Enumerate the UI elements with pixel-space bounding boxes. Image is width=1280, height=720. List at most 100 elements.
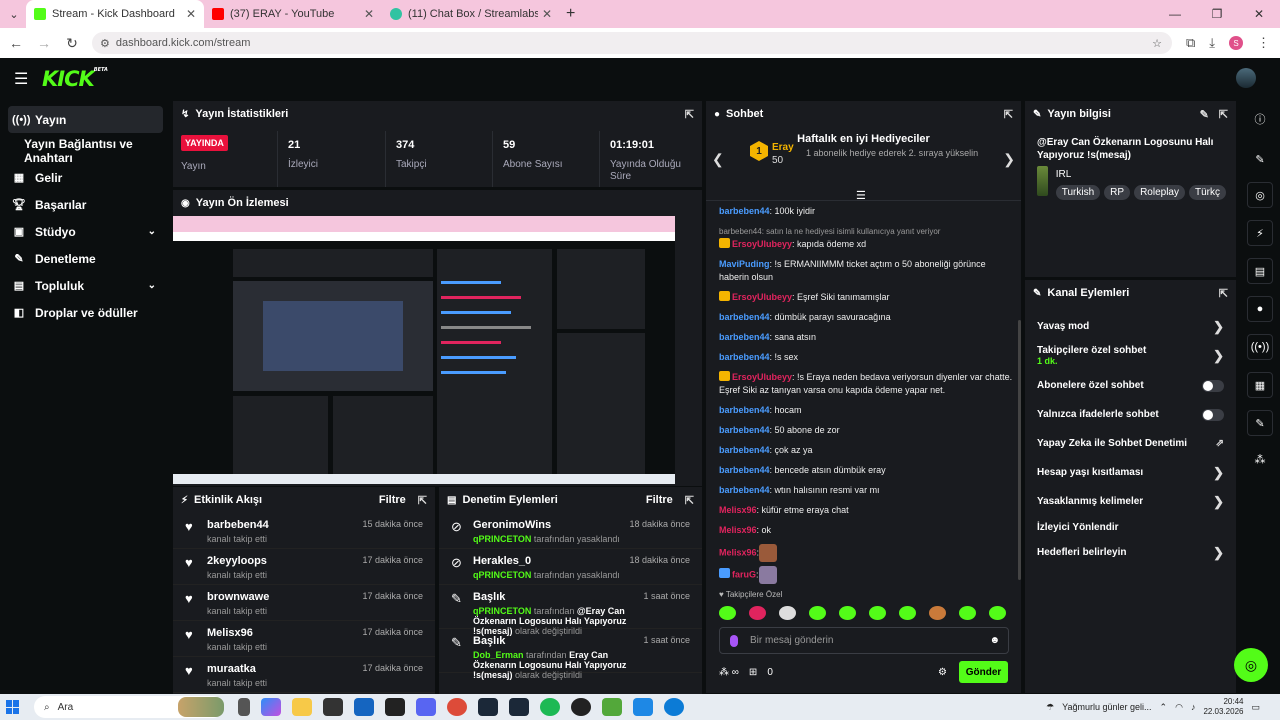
emote-icon[interactable] [839,606,856,620]
chat-username[interactable]: MaviPuding [719,259,770,269]
reply-preview[interactable]: barbeben44: satın la ne hediyesi isimli … [719,225,1013,238]
store-icon[interactable] [323,698,343,716]
tag-chip[interactable]: RP [1104,185,1131,200]
action-goals[interactable]: Hedefleri belirleyin ❯ [1025,538,1236,567]
follower-name[interactable]: barbeben44 [207,519,362,531]
tab-search-button[interactable]: ⌄ [2,4,26,24]
emote-icon[interactable] [809,606,826,620]
tab-streamlabs[interactable]: (11) Chat Box / Streamlabs ✕ [382,0,560,28]
copilot-icon[interactable] [261,698,281,716]
moderator-name[interactable]: Dob_Erman [473,650,524,660]
notifications-icon[interactable]: ▭ [1251,702,1260,713]
sidebar-item-yayin[interactable]: ((•)) Yayın [8,106,163,133]
close-window-icon[interactable]: ✕ [1238,7,1280,21]
sidebar-item-studyo[interactable]: ▣ Stüdyo ⌄ [0,218,172,245]
infinity-points-icon[interactable]: ⁂ ∞ [719,667,739,678]
close-tab-icon[interactable]: ✕ [364,7,374,21]
kick-logo[interactable]: KICKBETA [42,67,108,91]
chat-username[interactable]: barbeben44 [719,405,770,415]
emotes-only-toggle[interactable] [1202,408,1224,421]
chat-username[interactable]: ErsoyUlubeyy [732,292,792,302]
emote-icon[interactable] [989,606,1006,620]
close-tab-icon[interactable]: ✕ [542,7,552,21]
gifter-name[interactable]: Eray [772,142,794,153]
sidebar-item-gelir[interactable]: ▦ Gelir [0,164,172,191]
mod-target[interactable]: GeronimoWins [473,519,629,531]
sidebar-item-basarilar[interactable]: 🏆︎ Başarılar [0,191,172,218]
popout-icon[interactable]: ⇱ [418,494,427,507]
action-raid[interactable]: İzleyici Yönlendir [1025,516,1236,538]
info-icon[interactable]: ⓘ [1247,106,1273,132]
filter-button[interactable]: Filtre [646,494,673,506]
action-account-age[interactable]: Hesap yaşı kısıtlaması ❯ [1025,458,1236,487]
chat-username[interactable]: Melisx96 [719,505,757,515]
microphone-icon[interactable] [730,634,738,647]
chat-username[interactable]: barbeben44 [719,425,770,435]
settings-gear-icon[interactable]: ⚙ [938,667,947,678]
document-icon[interactable]: ▤ [1247,258,1273,284]
chevron-left-icon[interactable]: ❮ [712,151,724,168]
follower-name[interactable]: 2keyyloops [207,555,362,567]
reload-icon[interactable]: ↻ [60,35,84,52]
mod-target[interactable]: Herakles_0 [473,555,629,567]
emote-icon[interactable] [929,606,946,620]
app-icon[interactable] [633,698,653,716]
sidebar-item-topluluk[interactable]: ▤ Topluluk ⌄ [0,272,172,299]
edit-icon[interactable]: ✎ [1247,146,1273,172]
action-slow-mode[interactable]: Yavaş mod ❯ [1025,312,1236,341]
category-thumbnail[interactable] [1037,166,1048,196]
action-ai-moderation[interactable]: Yapay Zeka ile Sohbet Denetimi ⇗ [1025,429,1236,458]
edge-icon[interactable] [664,698,684,716]
chat-username[interactable]: barbeben44 [719,465,770,475]
site-info-icon[interactable]: ⚙ [100,37,110,50]
spotify-icon[interactable] [540,698,560,716]
extensions-icon[interactable]: ⧉ [1186,35,1195,51]
follower-name[interactable]: brownwawe [207,591,362,603]
restore-icon[interactable]: ❐ [1196,7,1238,21]
emote-icon[interactable] [959,606,976,620]
sidebar-item-stream-key[interactable]: Yayın Bağlantısı ve Anahtarı [0,137,172,165]
tag-chip[interactable]: Türkç [1189,185,1226,200]
broadcast-icon[interactable]: ((•)) [1247,334,1273,360]
user-avatar[interactable] [1236,68,1256,88]
capture-icon[interactable]: ◎ [1247,182,1273,208]
xbox-icon[interactable] [571,698,591,716]
tag-chip[interactable]: Roleplay [1134,185,1185,200]
menu-kebab-icon[interactable]: ⋮ [1257,35,1270,51]
tray-chevron-icon[interactable]: ⌃ [1160,702,1168,713]
chat-username[interactable]: barbeben44 [719,206,770,216]
chat-username[interactable]: ErsoyUlubeyy [732,239,792,249]
follower-name[interactable]: muraatka [207,663,362,675]
popout-icon[interactable]: ⇱ [685,108,694,121]
steam-icon[interactable] [509,698,529,716]
capcut-icon[interactable] [385,698,405,716]
category-name[interactable]: IRL [1056,169,1226,180]
forward-icon[interactable]: → [32,35,56,51]
bolt-icon[interactable]: ⚡︎ [1247,220,1273,246]
chat-username[interactable]: barbeben44 [719,312,770,322]
action-followers-only[interactable]: Takipçilere özel sohbet 1 dk. ❯ [1025,341,1236,371]
profile-avatar[interactable]: S [1229,36,1244,50]
chat-username[interactable]: Melisx96 [719,525,757,535]
action-banned-words[interactable]: Yasaklanmış kelimeler ❯ [1025,487,1236,516]
new-tab-button[interactable]: + [566,5,575,23]
tag-chip[interactable]: Turkish [1055,185,1101,200]
emote-icon[interactable] [869,606,886,620]
chat-username[interactable]: ErsoyUlubeyy [732,372,792,382]
chat-input[interactable]: Bir mesaj gönderin ☻ [719,627,1009,654]
app-icon[interactable] [478,698,498,716]
hamburger-menu-icon[interactable]: ☰ [14,69,28,89]
chat-username[interactable]: barbeben44 [719,352,770,362]
wrench-icon[interactable]: ✎ [1247,410,1273,436]
chat-scrollbar[interactable] [1018,320,1021,580]
apps-icon[interactable]: ⁂ [1247,446,1273,472]
download-icon[interactable]: ⤓ [1209,35,1215,51]
minecraft-icon[interactable] [602,698,622,716]
taskbar-search[interactable]: ⌕ Ara [34,696,224,718]
moderator-name[interactable]: qPRINCETON [473,606,531,616]
outlook-icon[interactable] [354,698,374,716]
wifi-icon[interactable]: ◠ [1175,702,1183,713]
moderator-name[interactable]: qPRINCETON [473,570,531,580]
stream-preview-video[interactable] [173,216,675,484]
popout-icon[interactable]: ⇱ [1219,287,1228,300]
